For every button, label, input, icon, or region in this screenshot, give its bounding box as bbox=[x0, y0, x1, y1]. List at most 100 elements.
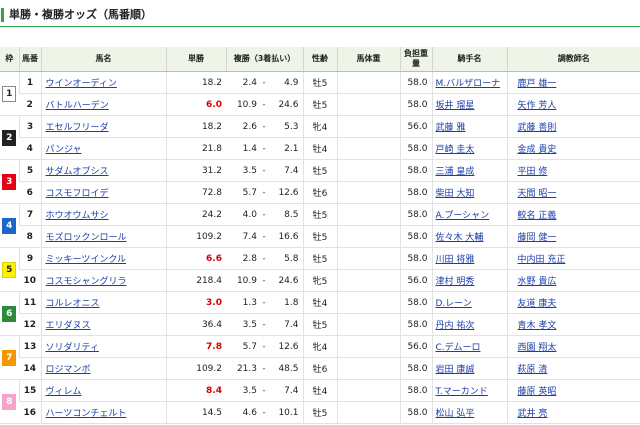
jockey-link[interactable]: M.バルザローナ bbox=[436, 79, 501, 89]
trainer-link[interactable]: 平田 修 bbox=[518, 167, 548, 177]
jockey-link[interactable]: A.プーシャン bbox=[436, 211, 490, 221]
jockey-link[interactable]: 柴田 大知 bbox=[436, 189, 475, 199]
place-odds-min-cell: 1.4 bbox=[226, 137, 259, 160]
horse-name-link[interactable]: ソリダリティ bbox=[46, 343, 99, 353]
sex-age-cell: 牡5 bbox=[302, 401, 337, 424]
horse-name-link[interactable]: ホウオウムサシ bbox=[46, 211, 109, 221]
jockey-link[interactable]: D.レーン bbox=[436, 299, 472, 309]
waku-badge: 5 bbox=[2, 261, 17, 278]
trainer-link[interactable]: 武井 亮 bbox=[518, 409, 548, 419]
jockey-link[interactable]: 佐々木 大輔 bbox=[436, 233, 484, 243]
horse-name-link[interactable]: コスモフロイデ bbox=[46, 189, 109, 199]
horse-name-link[interactable]: ミッキーツインクル bbox=[46, 255, 127, 265]
jockey-link[interactable]: C.デムーロ bbox=[436, 343, 481, 353]
horse-name-link[interactable]: ハーツコンチェルト bbox=[46, 409, 127, 419]
sex-age-cell: 牝4 bbox=[302, 335, 337, 358]
horse-number: 9 bbox=[26, 253, 34, 264]
win-odds: 109.2 bbox=[196, 231, 222, 242]
jockey-link[interactable]: 松山 弘平 bbox=[436, 409, 475, 419]
place-odds-max-cell: 7.4 bbox=[269, 379, 303, 402]
sex-age-cell: 牡5 bbox=[302, 93, 337, 116]
trainer-link[interactable]: 萩原 清 bbox=[518, 365, 548, 375]
sex-age: 牡5 bbox=[312, 211, 328, 221]
trainer-link[interactable]: 友道 康夫 bbox=[518, 299, 557, 309]
trainer-link[interactable]: 矢作 芳人 bbox=[518, 101, 557, 111]
place-odds-separator-cell: - bbox=[259, 379, 269, 402]
table-header-row: 枠 馬番 馬名 単勝 複勝（3着払い） 性齢 馬体重 負担重量 騎手名 調教師名 bbox=[0, 47, 640, 72]
trainer-link[interactable]: 金成 貴史 bbox=[518, 145, 557, 155]
place-odds-separator: - bbox=[262, 275, 266, 286]
horse-weight-cell bbox=[336, 71, 400, 94]
carried-weight-cell: 58.0 bbox=[399, 181, 432, 204]
jockey-link[interactable]: 川田 将雅 bbox=[436, 255, 475, 265]
horse-weight-cell bbox=[336, 225, 400, 248]
horse-name-link[interactable]: コルレオニス bbox=[46, 299, 100, 309]
jockey-link[interactable]: 岩田 康誠 bbox=[436, 365, 475, 375]
carried-weight: 58.0 bbox=[407, 363, 428, 374]
waku-badge: 4 bbox=[2, 217, 17, 234]
waku-cell: 4 bbox=[0, 203, 19, 248]
horse-name-link[interactable]: モズロックンロール bbox=[46, 233, 127, 243]
jockey-link-cell: 坂井 瑠星 bbox=[431, 93, 507, 116]
place-odds-separator: - bbox=[262, 99, 266, 110]
trainer-link[interactable]: 中内田 充正 bbox=[518, 255, 566, 265]
win-odds-cell: 109.2 bbox=[165, 225, 226, 248]
horse-weight-cell bbox=[336, 137, 400, 160]
trainer-link[interactable]: 藤岡 健一 bbox=[518, 233, 557, 243]
sex-age: 牝4 bbox=[312, 123, 328, 133]
place-odds-min: 4.6 bbox=[242, 407, 257, 418]
horse-number: 4 bbox=[26, 143, 33, 154]
carried-weight: 58.0 bbox=[407, 319, 428, 330]
carried-weight: 58.0 bbox=[407, 99, 428, 110]
place-odds-max-cell: 7.4 bbox=[269, 313, 303, 336]
jockey-link[interactable]: 戸崎 圭太 bbox=[436, 145, 475, 155]
horse-name-link[interactable]: エセルフリーダ bbox=[46, 123, 109, 133]
waku-badge: 3 bbox=[2, 173, 17, 190]
horse-name-link[interactable]: ヴィレム bbox=[46, 387, 82, 397]
jockey-link[interactable]: 丹内 祐次 bbox=[436, 321, 475, 331]
sex-age-cell: 牡5 bbox=[302, 225, 337, 248]
trainer-link-cell: 西園 翔太 bbox=[506, 335, 640, 358]
horse-name-link[interactable]: サダムオブシス bbox=[46, 167, 109, 177]
place-odds-max: 16.6 bbox=[278, 231, 299, 242]
place-odds-min: 5.7 bbox=[242, 341, 257, 352]
horse-name-link[interactable]: コスモシャングリラ bbox=[46, 277, 127, 287]
place-odds-separator-cell: - bbox=[259, 401, 269, 424]
carried-weight: 58.0 bbox=[407, 253, 428, 264]
horse-name-link[interactable]: バトルハーデン bbox=[46, 101, 109, 111]
horse-name-link[interactable]: エリダヌス bbox=[46, 321, 91, 331]
sex-age-cell: 牡4 bbox=[302, 379, 337, 402]
jockey-link[interactable]: T.マーカンド bbox=[436, 387, 488, 397]
horse-name-link[interactable]: ロジマンボ bbox=[46, 365, 91, 375]
place-odds-separator: - bbox=[262, 121, 266, 132]
jockey-link[interactable]: 坂井 瑠星 bbox=[436, 101, 475, 111]
place-odds-max-cell: 2.1 bbox=[269, 137, 303, 160]
jockey-link[interactable]: 武藤 雅 bbox=[436, 123, 466, 133]
table-row: 2 3 エセルフリーダ 18.2 2.6- 5.3 牝4 56.0 武藤 雅 武藤 善則 bbox=[0, 115, 640, 160]
place-odds-max-cell: 24.6 bbox=[269, 269, 303, 292]
horse-name-link[interactable]: パンジャ bbox=[46, 145, 82, 155]
horse-number: 14 bbox=[23, 363, 37, 374]
trainer-link[interactable]: 武藤 善則 bbox=[518, 123, 557, 133]
place-odds-separator: - bbox=[262, 253, 266, 264]
carried-weight-cell: 58.0 bbox=[399, 93, 432, 116]
header-jockey: 騎手名 bbox=[431, 47, 507, 72]
trainer-link[interactable]: 水野 貴広 bbox=[518, 277, 557, 287]
trainer-link[interactable]: 西園 翔太 bbox=[518, 343, 557, 353]
jockey-link[interactable]: 三浦 皇成 bbox=[436, 167, 475, 177]
horse-weight-cell bbox=[336, 335, 400, 358]
jockey-link[interactable]: 津村 明秀 bbox=[436, 277, 475, 287]
horse-name-link[interactable]: ウインオーディン bbox=[46, 79, 117, 89]
trainer-link[interactable]: 天間 昭一 bbox=[518, 189, 557, 199]
win-odds: 8.4 bbox=[206, 385, 222, 396]
place-odds-min-cell: 1.3 bbox=[226, 291, 259, 314]
horse-number: 1 bbox=[26, 77, 34, 88]
trainer-link[interactable]: 鮫名 正義 bbox=[518, 211, 557, 221]
trainer-link-cell: 藤岡 健一 bbox=[506, 225, 640, 248]
trainer-link[interactable]: 青木 孝文 bbox=[518, 321, 557, 331]
trainer-link[interactable]: 鹿戸 雄一 bbox=[518, 79, 557, 89]
place-odds-max: 4.9 bbox=[284, 77, 299, 88]
trainer-link[interactable]: 藤原 英昭 bbox=[518, 387, 557, 397]
carried-weight: 56.0 bbox=[407, 275, 428, 286]
table-row: 8 モズロックンロール 109.2 7.4- 16.6 牡5 58.0 佐々木 大輔 藤岡 健一 bbox=[0, 225, 640, 248]
